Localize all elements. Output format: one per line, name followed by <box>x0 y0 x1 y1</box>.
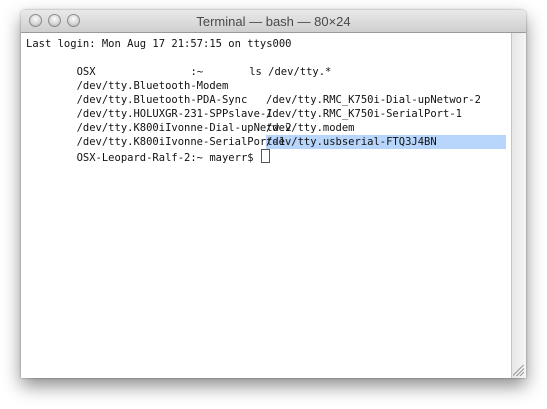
selected-listing-item[interactable]: /dev/tty.usbserial-FTQ3J4BN <box>266 135 506 149</box>
listing-row: /dev/tty.Bluetooth-Modem /dev/tty.RMC_K7… <box>26 65 481 106</box>
prompt-line: OSX-Leopard-Ralf-2:~ mayerr$ <box>26 135 270 164</box>
listing-item: /dev/tty.RMC_K750i-Dial-upNetwor-2 <box>266 94 481 106</box>
shell-prompt: OSX-Leopard-Ralf-2:~ mayerr$ <box>76 152 254 164</box>
window-title: Terminal — bash — 80×24 <box>196 14 351 29</box>
listing-row: /dev/tty.HOLUXGR-231-SPPslave-1 /dev/tty… <box>26 93 355 134</box>
title-bar[interactable]: Terminal — bash — 80×24 <box>21 10 526 33</box>
listing-item: /dev/tty.RMC_K750i-SerialPort-1 <box>266 108 462 120</box>
terminal-content[interactable]: Last login: Mon Aug 17 21:57:15 on ttys0… <box>21 33 511 378</box>
command-text: ls /dev/tty.* <box>249 66 332 78</box>
terminal-window: Terminal — bash — 80×24 Last login: Mon … <box>21 10 526 378</box>
last-login-line: Last login: Mon Aug 17 21:57:15 on ttys0… <box>26 38 292 50</box>
listing-row: /dev/tty.K800iIvonne-SerialPort-1 <box>26 121 286 148</box>
command-line: OSX:~ ls /dev/tty.* <box>26 51 332 78</box>
listing-row: /dev/tty.K800iIvonne-Dial-upNetw-2 /dev/… <box>26 107 506 149</box>
resize-grip-icon[interactable] <box>513 365 524 376</box>
vertical-scrollbar[interactable] <box>511 33 526 378</box>
terminal-output: Last login: Mon Aug 17 21:57:15 on ttys0… <box>26 37 506 219</box>
text-cursor <box>260 149 270 163</box>
listing-row: /dev/tty.Bluetooth-PDA-Sync /dev/tty.RMC… <box>26 79 462 120</box>
